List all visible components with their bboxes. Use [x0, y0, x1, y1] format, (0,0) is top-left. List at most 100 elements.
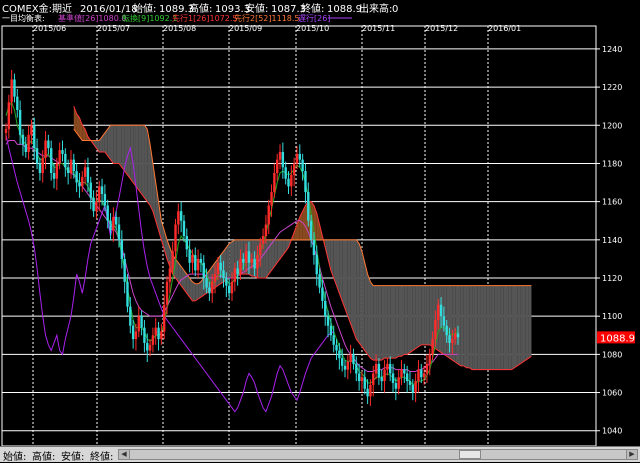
candle-body [120, 239, 124, 259]
cloud-segment [387, 285, 391, 359]
candle-body [61, 150, 64, 154]
last-price-tag: 1088.9 [597, 331, 635, 344]
candle-body [160, 331, 163, 340]
scroll-left-icon[interactable]: ◀ [119, 450, 130, 459]
y-tick-label: 1120 [602, 274, 622, 283]
candle-body [208, 287, 211, 294]
candle-body [72, 159, 75, 172]
candle-body [278, 152, 282, 160]
cloud-segment [500, 285, 504, 370]
cloud-segment [520, 285, 523, 364]
candle-body [211, 281, 214, 294]
scroll-thumb[interactable] [459, 450, 481, 459]
cloud-segment [418, 285, 422, 347]
candle-body [394, 383, 398, 389]
candle-body [307, 192, 310, 221]
cloud-segment [361, 251, 365, 351]
candle-body [103, 194, 107, 206]
x-tick-label: 2015/12 [425, 24, 458, 33]
candle-body [196, 258, 200, 271]
status-bar: 始値: 高値: 安値: 終値: ◀ ▶ [0, 446, 640, 463]
candle-body [428, 354, 431, 364]
candle-body [185, 236, 188, 250]
cloud-segment [353, 239, 357, 340]
candle-body [230, 281, 234, 294]
horizontal-scrollbar[interactable]: ◀ ▶ [118, 449, 638, 460]
candle-body [377, 363, 381, 378]
candle-body [343, 365, 347, 370]
candle-body [431, 339, 434, 355]
cloud-segment [198, 281, 201, 299]
cloud-segment [522, 285, 526, 362]
x-axis-ticks: 2015/06 2015/07 2015/08 2015/09 2015/10 2015/… [33, 24, 521, 33]
candle-body [329, 325, 333, 336]
candle-body [290, 174, 293, 187]
candle-body [239, 258, 242, 275]
cloud-segment [511, 285, 515, 370]
candle-body [270, 192, 273, 206]
candle-body [47, 140, 50, 149]
candle-body [391, 373, 395, 383]
candle-body [129, 306, 132, 326]
candle-body [456, 333, 460, 338]
candle-body [216, 262, 220, 275]
candle-body [363, 377, 366, 389]
candle-body [411, 384, 414, 393]
candle-body [83, 167, 87, 177]
candle-body [403, 369, 406, 374]
cloud-segment [345, 239, 348, 317]
cloud-segment [356, 239, 360, 343]
candle-body [24, 144, 27, 152]
cloud-segment [107, 125, 111, 160]
close-value: 1088.9 [327, 4, 362, 15]
cloud-segment [395, 285, 399, 359]
candle-body [225, 278, 228, 286]
candle-body [445, 325, 448, 336]
candle-body [4, 129, 8, 133]
candle-body [123, 258, 126, 282]
candle-body [7, 102, 11, 130]
candle-body [177, 211, 180, 225]
candle-body [349, 354, 352, 362]
cloud-segment [110, 125, 114, 164]
cloud-segment [409, 285, 413, 353]
candle-body [75, 171, 78, 183]
cloud-segment [415, 285, 419, 349]
candle-body [259, 243, 262, 256]
candle-body [33, 125, 36, 149]
last-price-value: 1088.9 [600, 333, 635, 344]
cloud-segment [339, 239, 343, 301]
cloud-segment [491, 285, 495, 370]
cloud-segment [376, 285, 379, 361]
cloud-segment [469, 285, 473, 370]
candle-body [233, 268, 237, 282]
cloud-segment [364, 262, 368, 355]
volume-value: 0 [392, 4, 398, 15]
candle-body [442, 316, 446, 326]
candle-body [163, 304, 166, 332]
y-tick-label: 1200 [602, 121, 622, 130]
legend-senkou2: 先行2[52]1118.5 [234, 13, 300, 23]
candle-body [284, 167, 287, 179]
x-tick-label: 2015/10 [296, 24, 329, 33]
cloud-segment [384, 285, 388, 359]
candle-body [417, 369, 420, 382]
cloud-segment [426, 285, 430, 345]
cloud-segment [398, 285, 402, 357]
cloud-segment [378, 285, 382, 361]
cloud-segment [412, 285, 416, 351]
candle-body [267, 205, 270, 225]
candle-body [95, 201, 98, 212]
cloud-segment [342, 239, 345, 309]
cloud-segment [359, 243, 362, 347]
cloud-segment [265, 239, 269, 278]
scroll-right-icon[interactable]: ▶ [626, 450, 637, 459]
candle-body [425, 363, 429, 374]
legend-senkou1: 先行1[26]1072.5 [172, 13, 238, 23]
candle-body [146, 342, 149, 351]
candle-body [157, 327, 160, 340]
candle-body [143, 327, 146, 343]
candle-body [397, 377, 400, 389]
candle-body [69, 159, 73, 173]
candle-body [346, 362, 350, 370]
